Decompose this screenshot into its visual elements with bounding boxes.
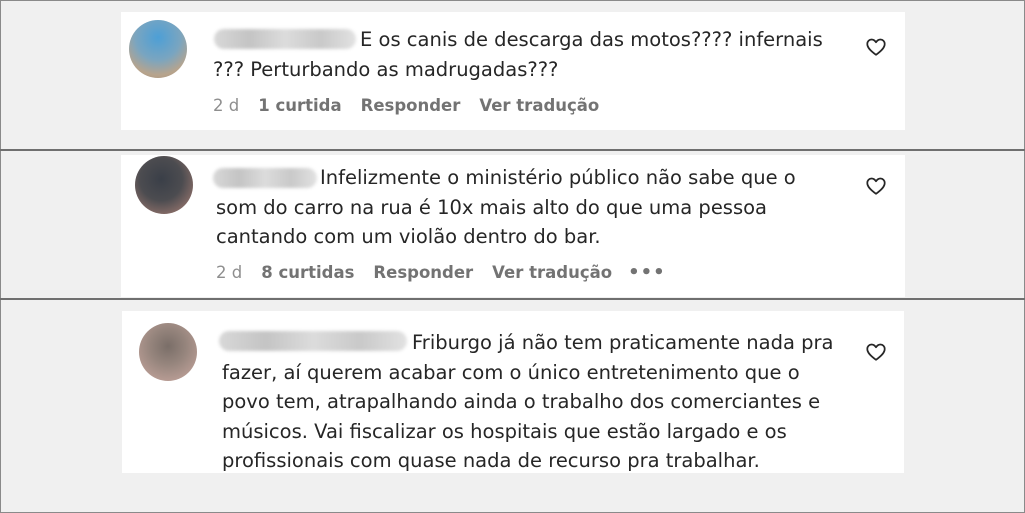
more-options-icon[interactable]: ••• <box>628 262 666 283</box>
comment-divider <box>0 298 1025 300</box>
comment-meta: 2 d 1 curtida Responder Ver tradução <box>213 96 599 115</box>
avatar[interactable] <box>139 323 197 381</box>
reply-button[interactable]: Responder <box>373 263 473 282</box>
comment-card: Infelizmente o ministério público não sa… <box>121 155 905 297</box>
heart-icon[interactable] <box>865 341 887 363</box>
comment-divider <box>0 149 1025 151</box>
comment-card: E os canis de descarga das motos???? inf… <box>121 12 905 130</box>
see-translation-button[interactable]: Ver tradução <box>479 96 599 115</box>
likes-count-link[interactable]: 8 curtidas <box>261 263 354 282</box>
avatar[interactable] <box>129 20 187 78</box>
reply-button[interactable]: Responder <box>361 96 461 115</box>
avatar[interactable] <box>135 156 193 214</box>
comment-time: 2 d <box>213 96 240 115</box>
comment-text: E os canis de descarga das motos???? inf… <box>213 28 823 81</box>
comment-text: Infelizmente o ministério público não sa… <box>216 166 796 248</box>
comment-card: Friburgo já não tem praticamente nada pr… <box>122 311 904 473</box>
see-translation-button[interactable]: Ver tradução <box>492 263 612 282</box>
comment-time: 2 d <box>216 263 243 282</box>
comment-meta: 2 d 8 curtidas Responder Ver tradução ••… <box>216 262 666 283</box>
heart-icon[interactable] <box>865 36 887 58</box>
heart-icon[interactable] <box>865 175 887 197</box>
comment-text: Friburgo já não tem praticamente nada pr… <box>222 331 834 472</box>
likes-count-link[interactable]: 1 curtida <box>258 96 341 115</box>
